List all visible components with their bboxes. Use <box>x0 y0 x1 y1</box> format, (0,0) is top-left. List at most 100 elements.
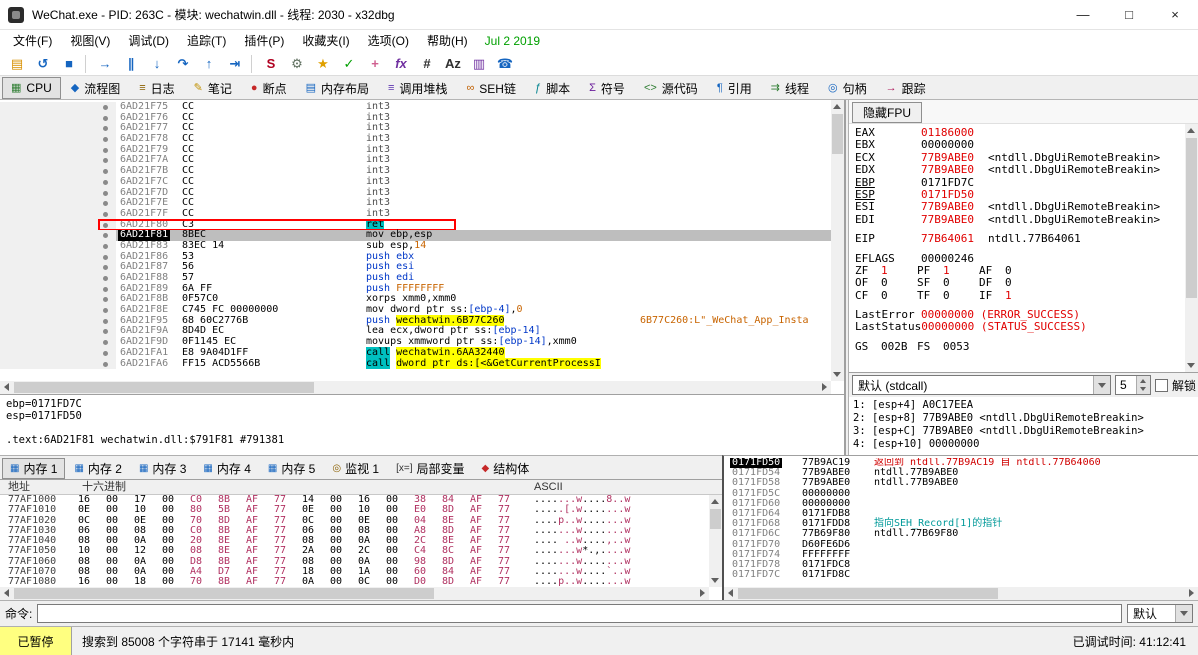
tab-dump-2[interactable]: ▦内存 2 <box>66 458 129 479</box>
tab-source[interactable]: <>源代码 <box>635 77 707 99</box>
tab-threads[interactable]: ⇉线程 <box>762 77 818 99</box>
font-az-icon[interactable]: Az <box>440 53 466 75</box>
tab-dump-1[interactable]: ▦内存 1 <box>2 458 65 479</box>
menu-item-1[interactable]: 文件(F) <box>4 30 61 52</box>
stack-row[interactable]: 0171FD6000000000 <box>724 499 1198 509</box>
tab-references[interactable]: ¶引用 <box>708 77 761 99</box>
dump-vscrollbar[interactable] <box>709 495 722 587</box>
register-value[interactable]: 0171FD7C <box>921 176 974 189</box>
minimize-button[interactable]: — <box>1060 0 1106 30</box>
scroll-up-icon[interactable] <box>833 104 841 109</box>
step-over-icon[interactable]: ↷ <box>170 53 196 75</box>
breakpoint-dot-icon[interactable] <box>103 191 108 196</box>
run-icon[interactable]: → <box>92 53 118 75</box>
scroll-right-icon[interactable] <box>1189 589 1194 597</box>
stack-row[interactable]: 0171FD5477B9ABE0ntdll.77B9ABE0 <box>724 468 1198 478</box>
tab-cpu[interactable]: ▦CPU <box>2 77 61 99</box>
register-value[interactable]: 00000000 (ERROR_SUCCESS) <box>921 308 1080 321</box>
dump-vscroll-thumb[interactable] <box>710 509 721 529</box>
breakpoint-dot-icon[interactable] <box>103 276 108 281</box>
tab-breakpoints[interactable]: ●断点 <box>242 77 296 99</box>
flag-value[interactable]: 0 <box>943 277 979 289</box>
tab-script[interactable]: ƒ脚本 <box>526 77 579 99</box>
flag-value[interactable]: 0 <box>881 277 917 289</box>
tab-seh[interactable]: ∞SEH链 <box>457 77 525 99</box>
breakpoint-dot-icon[interactable] <box>103 244 108 249</box>
breakpoint-dot-icon[interactable] <box>103 287 108 292</box>
stack-row[interactable]: 0171FD5877B9ABE0ntdll.77B9ABE0 <box>724 478 1198 488</box>
command-input[interactable] <box>37 604 1122 623</box>
flag-value[interactable]: 0053 <box>943 341 979 353</box>
register-row[interactable]: EFLAGS00000246 <box>855 253 1185 265</box>
chevron-down-icon[interactable] <box>1175 605 1192 622</box>
register-row[interactable]: EDI77B9ABE0<ntdll.DbgUiRemoteBreakin> <box>855 214 1185 226</box>
stack-row[interactable]: 0171FD7C0171FD8C <box>724 570 1198 580</box>
register-row[interactable]: ESI77B9ABE0<ntdll.DbgUiRemoteBreakin> <box>855 201 1185 213</box>
disasm-row[interactable]: 6AD21F7CCCint3 <box>0 177 831 188</box>
tab-watch-1[interactable]: ◎监视 1 <box>324 458 387 479</box>
dump-hscr ollbar[interactable] <box>0 587 709 600</box>
call-argument-row[interactable]: 3: [esp+C] 77B9ABE0 <ntdll.DbgUiRemoteBr… <box>853 425 1198 438</box>
stack-hscroll-thumb[interactable] <box>738 588 998 599</box>
step-into-icon[interactable]: ↓ <box>144 53 170 75</box>
restart-icon[interactable]: ↺ <box>30 53 56 75</box>
scroll-left-icon[interactable] <box>4 383 9 391</box>
chevron-down-icon[interactable] <box>1093 376 1110 394</box>
arg-depth-stepper[interactable]: 5 <box>1115 375 1151 395</box>
breakpoint-dot-icon[interactable] <box>103 180 108 185</box>
patch-icon[interactable]: + <box>362 53 388 75</box>
register-value[interactable]: 00000246 <box>921 252 974 265</box>
open-file-icon[interactable]: ▤ <box>4 53 30 75</box>
register-value[interactable]: 77B9ABE0 <box>921 213 974 226</box>
register-row[interactable]: EBP0171FD7C <box>855 177 1185 189</box>
menu-item-4[interactable]: 追踪(T) <box>178 30 235 52</box>
step-out-icon[interactable]: ↑ <box>196 53 222 75</box>
tab-dump-4[interactable]: ▦内存 4 <box>195 458 258 479</box>
phone-icon[interactable]: ☎ <box>492 53 518 75</box>
register-value[interactable]: 00000000 <box>921 138 974 151</box>
breakpoint-dot-icon[interactable] <box>103 105 108 110</box>
call-argument-row[interactable]: 1: [esp+4] A0C17EEA <box>853 399 1198 412</box>
registers-vscrollbar[interactable] <box>1185 124 1198 372</box>
register-value[interactable]: 01186000 <box>921 126 974 139</box>
tab-notes[interactable]: ✎笔记 <box>185 77 241 99</box>
stack-hscrollbar[interactable] <box>724 587 1198 600</box>
breakpoint-dot-icon[interactable] <box>103 212 108 217</box>
menu-item-7[interactable]: 选项(O) <box>359 30 418 52</box>
dump-row[interactable]: 77AF108016001800708BAF770A000C00D08DAF77… <box>0 577 709 587</box>
tab-dump-5[interactable]: ▦内存 5 <box>260 458 323 479</box>
tab-locals[interactable]: [x=]局部变量 <box>388 458 472 479</box>
stepper-arrows-icon[interactable] <box>1136 376 1150 394</box>
tab-struct[interactable]: ◆结构体 <box>474 458 538 479</box>
stop-icon[interactable]: ■ <box>56 53 82 75</box>
menu-item-3[interactable]: 调试(D) <box>119 30 178 52</box>
stack-row[interactable]: 0171FD6C77B69F80ntdll.77B69F80 <box>724 529 1198 539</box>
analysis-gear-icon[interactable]: ⚙ <box>284 53 310 75</box>
flag-value[interactable]: 002B <box>881 341 917 353</box>
maximize-button[interactable]: □ <box>1106 0 1152 30</box>
unlock-checkbox[interactable] <box>1155 379 1168 392</box>
disasm-vscroll-thumb[interactable] <box>832 114 843 154</box>
menu-item-2[interactable]: 视图(V) <box>61 30 119 52</box>
scroll-up-icon[interactable] <box>711 499 719 504</box>
tab-trace[interactable]: →跟踪 <box>877 77 935 99</box>
flag-value[interactable]: 0 <box>943 290 979 302</box>
scroll-down-icon[interactable] <box>711 578 719 583</box>
tab-symbols[interactable]: Σ符号 <box>580 77 634 99</box>
close-button[interactable]: × <box>1152 0 1198 30</box>
disasm-hscroll-thumb[interactable] <box>14 382 314 393</box>
menu-item-8[interactable]: 帮助(H) <box>418 30 477 52</box>
register-row[interactable]: CF0TF0IF1 <box>855 290 1185 302</box>
disasm-vscrollbar[interactable] <box>831 100 844 381</box>
stack-row[interactable]: 0171FD70D60FE6D6 <box>724 540 1198 550</box>
check-icon[interactable]: ✓ <box>336 53 362 75</box>
register-value[interactable]: 77B9ABE0 <box>921 200 974 213</box>
hash-strings-icon[interactable]: # <box>414 53 440 75</box>
flag-value[interactable]: 1 <box>1005 290 1041 302</box>
disasm-row[interactable]: 6AD21FA6FF15 ACD5566Bcall dword ptr ds:[… <box>0 359 831 370</box>
tab-memory-map[interactable]: ▤内存布局 <box>297 77 378 99</box>
command-profile-select[interactable]: 默认 <box>1127 604 1193 623</box>
breakpoint-dot-icon[interactable] <box>103 351 108 356</box>
hide-fpu-button[interactable]: 隐藏FPU <box>852 102 922 123</box>
call-argument-row[interactable]: 2: [esp+8] 77B9ABE0 <ntdll.DbgUiRemoteBr… <box>853 412 1198 425</box>
